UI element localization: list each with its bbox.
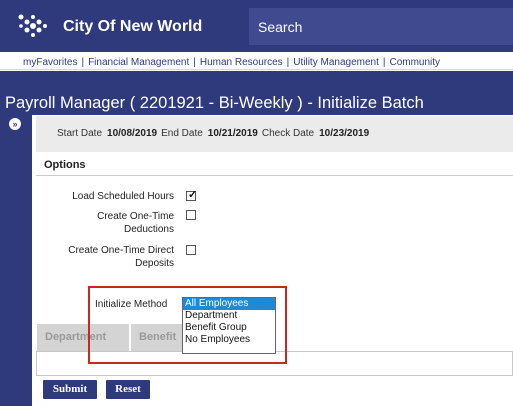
- submit-button[interactable]: Submit: [43, 380, 97, 399]
- checkmark-icon: ✓: [188, 189, 198, 201]
- options-heading: Options: [44, 159, 86, 171]
- nav-separator: |: [193, 57, 196, 68]
- nav-item-community[interactable]: Community: [389, 57, 440, 68]
- start-date-label: Start Date: [57, 128, 103, 139]
- nav-item-utility-management[interactable]: Utility Management: [293, 57, 379, 68]
- nav-separator: |: [81, 57, 85, 68]
- nav-item-financial-management[interactable]: Financial Management: [88, 57, 189, 68]
- one-time-deposits-label: Create One-Time Direct Deposits: [4, 244, 174, 270]
- option-no-employees[interactable]: No Employees: [183, 334, 275, 346]
- app-title[interactable]: City Of New World: [63, 18, 202, 36]
- batch-dates-bar: Start Date 10/08/2019 End Date 10/21/2019 Ch…: [36, 116, 513, 152]
- one-time-deductions-label-line2: Deductions: [123, 224, 174, 235]
- reset-button[interactable]: Reset: [106, 380, 150, 399]
- initialize-method-listbox[interactable]: All Employees Department Benefit Group N…: [182, 297, 276, 354]
- option-all-employees[interactable]: All Employees: [183, 298, 275, 310]
- nav-separator: |: [286, 57, 290, 68]
- page-title: Payroll Manager ( 2201921 - Bi-Weekly ) …: [5, 94, 424, 112]
- option-benefit-group[interactable]: Benefit Group: [183, 322, 275, 334]
- one-time-deductions-label-line1: Create One-Time: [97, 211, 174, 222]
- module-nav: myFavorites | Financial Management | Human R…: [0, 52, 513, 70]
- end-date-label: End Date: [161, 128, 203, 139]
- end-date-value: 10/21/2019: [207, 128, 258, 139]
- option-department[interactable]: Department: [183, 310, 275, 322]
- nav-separator: |: [382, 57, 386, 68]
- expand-sidebar-icon[interactable]: »: [9, 118, 21, 130]
- options-divider: [36, 175, 513, 176]
- search-input[interactable]: Search: [249, 8, 513, 45]
- check-date-value: 10/23/2019: [319, 128, 370, 139]
- one-time-deductions-label: Create One-Time Deductions: [4, 210, 174, 236]
- load-scheduled-hours-label: Load Scheduled Hours: [72, 191, 174, 202]
- load-scheduled-hours-checkbox[interactable]: ✓: [186, 189, 198, 201]
- check-date-label: Check Date: [261, 128, 315, 139]
- one-time-deposits-label-line2: Deposits: [135, 258, 174, 269]
- city-logo-icon[interactable]: [17, 13, 49, 39]
- top-header: City Of New World Search: [0, 0, 513, 52]
- one-time-deposits-checkbox[interactable]: [186, 245, 196, 255]
- nav-item-human-resources[interactable]: Human Resources: [200, 57, 283, 68]
- search-placeholder: Search: [258, 19, 303, 35]
- start-date-value: 10/08/2019: [107, 128, 158, 139]
- nav-item-myfavorites[interactable]: myFavorites: [0, 57, 77, 68]
- one-time-deposits-label-line1: Create One-Time Direct: [68, 245, 174, 256]
- one-time-deductions-checkbox[interactable]: [186, 210, 196, 220]
